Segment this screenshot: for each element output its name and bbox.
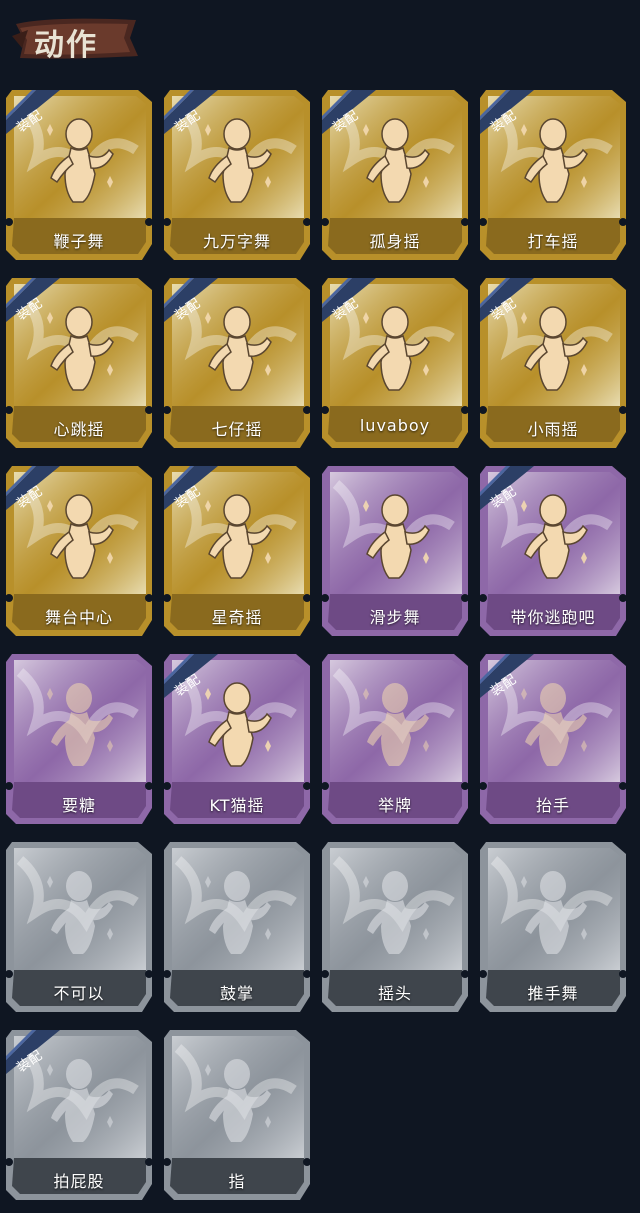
action-label: 孤身摇 [369,232,421,251]
action-card[interactable]: 摇头 [322,842,468,1012]
action-label: 九万字舞 [202,232,271,251]
equipped-badge: 装配 [6,466,62,510]
action-label: 举牌 [377,796,412,815]
action-card[interactable]: 装配 luvaboy [322,278,468,448]
action-label: 鼓掌 [219,984,254,1003]
action-label: luvaboy [359,416,431,435]
equipped-badge: 装配 [6,278,62,322]
action-card[interactable]: 装配 KT猫摇 [164,654,310,824]
dance-figure-icon [521,871,587,954]
action-label: 鞭子舞 [53,232,105,251]
equipped-badge: 装配 [480,466,536,510]
dance-figure-icon [47,871,113,954]
action-label: 不可以 [53,984,105,1003]
equipped-badge: 装配 [480,278,536,322]
equipped-badge: 装配 [6,90,62,134]
action-grid: 装配 鞭子舞 装配 九万字舞 装配 孤身摇 装配 打车摇 装配 心跳摇 装配 七… [6,90,636,1200]
equipped-badge: 装配 [6,1030,62,1074]
action-card[interactable]: 装配打车摇 [480,90,626,260]
action-label: 舞台中心 [44,608,113,627]
equipped-badge: 装配 [164,466,220,510]
action-label: 抬手 [535,796,570,815]
action-label: 摇头 [377,984,412,1003]
action-card[interactable]: 装配星奇摇 [164,466,310,636]
equipped-badge: 装配 [164,654,220,698]
dance-figure-icon [363,494,430,579]
equipped-badge: 装配 [480,90,536,134]
action-card[interactable]: 装配抬手 [480,654,626,824]
action-card[interactable]: 指 [164,1030,310,1200]
action-card[interactable]: 举牌 [322,654,468,824]
action-card[interactable]: 装配小雨摇 [480,278,626,448]
equipped-badge: 装配 [480,654,536,698]
dance-figure-icon [363,871,429,954]
action-card[interactable]: 装配鞭子舞 [6,90,152,260]
action-card[interactable]: 装配九万字舞 [164,90,310,260]
action-card[interactable]: 滑步舞 [322,466,468,636]
action-label: 推手舞 [527,984,579,1003]
action-label: 拍屁股 [53,1172,105,1191]
dance-figure-icon [363,683,429,766]
action-label: 心跳摇 [53,420,105,439]
dance-figure-icon [205,871,271,954]
action-card[interactable]: 装配舞台中心 [6,466,152,636]
action-card[interactable]: 要糖 [6,654,152,824]
header: 动作 [0,0,640,88]
action-label: 小雨摇 [527,420,579,439]
action-card[interactable]: 装配七仔摇 [164,278,310,448]
equipped-badge: 装配 [322,278,378,322]
action-card[interactable]: 装配心跳摇 [6,278,152,448]
action-label: 滑步舞 [369,608,421,627]
action-label: 要糖 [61,796,96,815]
equipped-badge: 装配 [164,90,220,134]
action-card[interactable]: 鼓掌 [164,842,310,1012]
action-card[interactable]: 装配拍屁股 [6,1030,152,1200]
action-label: KT猫摇 [209,796,265,815]
equipped-badge: 装配 [164,278,220,322]
action-label: 指 [228,1172,246,1191]
action-label: 星奇摇 [211,608,263,627]
action-card[interactable]: 装配带你逃跑吧 [480,466,626,636]
equipped-badge: 装配 [322,90,378,134]
action-label: 七仔摇 [211,420,263,439]
dance-figure-icon [205,1059,271,1142]
action-card[interactable]: 推手舞 [480,842,626,1012]
action-label: 打车摇 [527,232,579,251]
action-label: 带你逃跑吧 [510,608,596,627]
action-card[interactable]: 装配孤身摇 [322,90,468,260]
action-card[interactable]: 不可以 [6,842,152,1012]
dance-figure-icon [47,683,113,766]
page-title: 动作 [34,28,98,63]
